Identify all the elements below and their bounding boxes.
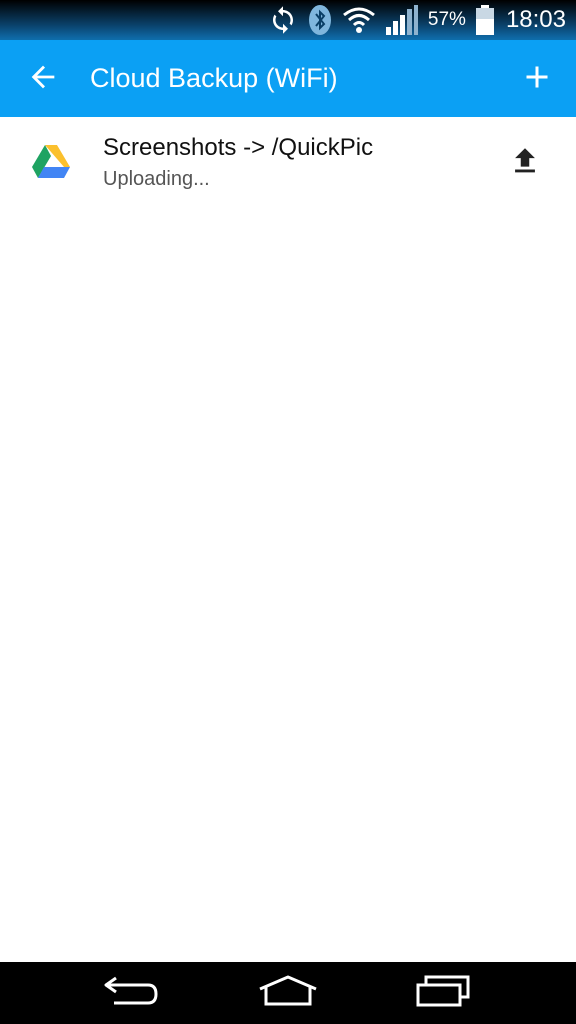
- wifi-icon: [342, 6, 376, 34]
- app-bar: Cloud Backup (WiFi): [0, 40, 576, 117]
- upload-button[interactable]: [505, 143, 545, 183]
- nav-back-icon: [102, 974, 162, 1013]
- upload-icon: [508, 144, 542, 183]
- battery-icon: [475, 5, 494, 35]
- status-icons: 57% 18:03: [268, 0, 566, 40]
- nav-home-icon: [257, 974, 319, 1013]
- nav-back-button[interactable]: [92, 972, 172, 1014]
- nav-home-button[interactable]: [248, 972, 328, 1014]
- arrow-back-icon: [26, 60, 60, 99]
- list-item[interactable]: Screenshots -> /QuickPic Uploading...: [0, 117, 576, 205]
- nav-recents-button[interactable]: [403, 972, 483, 1014]
- backup-status: Uploading...: [103, 168, 210, 190]
- plus-icon: [519, 59, 555, 100]
- status-bar: 57% 18:03: [0, 0, 576, 40]
- backup-list: Screenshots -> /QuickPic Uploading...: [0, 117, 576, 962]
- page-title: Cloud Backup (WiFi): [90, 63, 338, 93]
- backup-title: Screenshots -> /QuickPic: [103, 134, 374, 161]
- sync-icon: [268, 5, 298, 35]
- clock: 18:03: [505, 6, 566, 33]
- nav-recents-icon: [415, 974, 471, 1013]
- bluetooth-icon: [308, 4, 332, 36]
- google-drive-icon: [31, 144, 71, 185]
- battery-percent: 57%: [427, 9, 466, 30]
- navigation-bar: [0, 962, 576, 1024]
- back-button[interactable]: [22, 58, 64, 100]
- signal-icon: [385, 5, 418, 35]
- add-backup-button[interactable]: [516, 58, 558, 100]
